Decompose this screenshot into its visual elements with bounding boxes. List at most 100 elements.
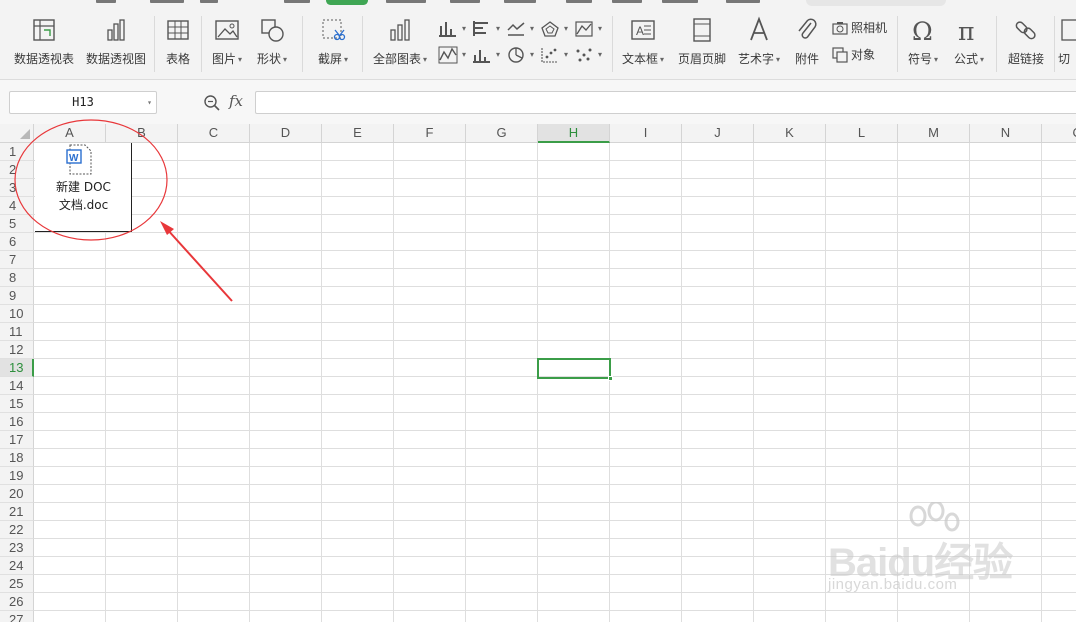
row-header-2[interactable]: 2 <box>0 161 34 179</box>
scatter-chart-button[interactable]: ▾ <box>540 44 578 66</box>
pivot-table-icon <box>33 19 55 41</box>
active-cell-selection[interactable] <box>537 358 613 381</box>
table-button[interactable]: 表格 <box>160 16 196 72</box>
pivot-table-button[interactable]: 数据透视表 <box>10 16 78 72</box>
object-button[interactable]: 对象 <box>832 46 875 66</box>
column-header-c[interactable]: C <box>178 124 250 143</box>
row-header-12[interactable]: 12 <box>0 341 34 359</box>
column-header-n[interactable]: N <box>970 124 1042 143</box>
picture-button[interactable]: 图片 ▾ <box>206 16 248 72</box>
sparkline-button[interactable]: ▾ <box>574 44 612 66</box>
row-header-27[interactable]: 27 <box>0 611 34 622</box>
row-header-14[interactable]: 14 <box>0 377 34 395</box>
column-header-l[interactable]: L <box>826 124 898 143</box>
column-header-b[interactable]: B <box>106 124 178 143</box>
row-header-1[interactable]: 1 <box>0 143 34 161</box>
formula-bar: H13 ▾ fx <box>0 80 1076 124</box>
row-header-23[interactable]: 23 <box>0 539 34 557</box>
chevron-down-icon: ▾ <box>934 55 939 64</box>
pivot-chart-button[interactable]: 数据透视图 <box>82 16 150 72</box>
row-header-26[interactable]: 26 <box>0 593 34 611</box>
object-icon <box>832 47 848 63</box>
row-header-11[interactable]: 11 <box>0 323 34 341</box>
column-chart-button[interactable]: ▾ <box>438 18 476 40</box>
column-header-m[interactable]: M <box>898 124 970 143</box>
column-header-h[interactable]: H <box>538 124 610 143</box>
shape-button[interactable]: 形状 ▾ <box>252 16 292 72</box>
combo-chart-button[interactable]: ▾ <box>472 44 510 66</box>
fx-button[interactable]: fx <box>229 92 243 110</box>
row-header-5[interactable]: 5 <box>0 215 34 233</box>
row-header-17[interactable]: 17 <box>0 431 34 449</box>
row-header-15[interactable]: 15 <box>0 395 34 413</box>
insert-tab-active[interactable] <box>326 0 368 5</box>
column-header-k[interactable]: K <box>754 124 826 143</box>
formula-input[interactable] <box>255 91 1076 114</box>
ribbon-separator <box>154 16 155 72</box>
area-chart-button[interactable]: ▾ <box>574 18 612 40</box>
column-header-e[interactable]: E <box>322 124 394 143</box>
row-header-24[interactable]: 24 <box>0 557 34 575</box>
area-chart-icon <box>575 21 593 37</box>
select-all-corner[interactable] <box>0 124 34 143</box>
row-header-21[interactable]: 21 <box>0 503 34 521</box>
column-header-a[interactable]: A <box>34 124 106 143</box>
row-header-16[interactable]: 16 <box>0 413 34 431</box>
row-header-13[interactable]: 13 <box>0 359 34 377</box>
row-header-8[interactable]: 8 <box>0 269 34 287</box>
line-chart-button[interactable]: ▾ <box>506 18 544 40</box>
zoom-icon[interactable] <box>203 94 221 112</box>
row-header-7[interactable]: 7 <box>0 251 34 269</box>
column-header-g[interactable]: G <box>466 124 538 143</box>
column-header-j[interactable]: J <box>682 124 754 143</box>
word-document-icon: W <box>66 144 92 175</box>
symbol-button[interactable]: Ω 符号 ▾ <box>902 16 944 72</box>
ribbon-separator <box>612 16 613 72</box>
slicer-button[interactable]: 切 <box>1058 16 1076 72</box>
row-header-9[interactable]: 9 <box>0 287 34 305</box>
formula-button[interactable]: π 公式 ▾ <box>948 16 990 72</box>
baidu-watermark: Baidu经验 jingyan.baidu.com <box>828 502 1028 602</box>
textbox-icon: A <box>631 20 655 40</box>
camera-button[interactable]: 照相机 <box>832 19 887 39</box>
hyperlink-button[interactable]: 超链接 <box>1004 16 1048 72</box>
row-header-19[interactable]: 19 <box>0 467 34 485</box>
row-header-3[interactable]: 3 <box>0 179 34 197</box>
pie-chart-button[interactable]: ▾ <box>506 44 544 66</box>
chevron-down-icon[interactable]: ▾ <box>147 92 152 113</box>
ribbon-separator <box>996 16 997 72</box>
ribbon-separator <box>362 16 363 72</box>
line-chart-icon <box>507 22 525 36</box>
doc-name-line1: 新建 DOC <box>56 180 111 194</box>
chevron-down-icon: ▾ <box>660 55 665 64</box>
chevron-down-icon: ▾ <box>283 55 288 64</box>
pie-chart-icon <box>508 47 524 63</box>
radar-chart-button[interactable]: ▾ <box>540 18 578 40</box>
fill-handle[interactable] <box>608 376 613 381</box>
row-header-6[interactable]: 6 <box>0 233 34 251</box>
column-header-f[interactable]: F <box>394 124 466 143</box>
row-header-4[interactable]: 4 <box>0 197 34 215</box>
wordart-button[interactable]: 艺术字 ▾ <box>734 16 784 72</box>
textbox-button[interactable]: A 文本框 ▾ <box>616 16 670 72</box>
header-footer-button[interactable]: 页眉页脚 <box>674 16 730 72</box>
row-header-25[interactable]: 25 <box>0 575 34 593</box>
table-icon <box>167 20 189 40</box>
svg-text:π: π <box>958 17 974 44</box>
row-header-20[interactable]: 20 <box>0 485 34 503</box>
column-header-d[interactable]: D <box>250 124 322 143</box>
stock-chart-button[interactable]: ▾ <box>438 44 476 66</box>
row-header-18[interactable]: 18 <box>0 449 34 467</box>
name-box[interactable]: H13 ▾ <box>9 91 157 114</box>
attachment-button[interactable]: 附件 <box>788 16 826 72</box>
column-header-o[interactable]: O <box>1042 124 1076 143</box>
chevron-down-icon: ▾ <box>564 50 569 59</box>
row-header-10[interactable]: 10 <box>0 305 34 323</box>
bar-chart-button[interactable]: ▾ <box>472 18 510 40</box>
column-header-i[interactable]: I <box>610 124 682 143</box>
combo-chart-icon <box>473 50 490 63</box>
screenshot-button[interactable]: 截屏 ▾ <box>312 16 354 72</box>
embedded-doc-object[interactable]: W 新建 DOC 文档.doc <box>35 143 132 232</box>
all-charts-button[interactable]: 全部图表 ▾ <box>368 16 432 72</box>
row-header-22[interactable]: 22 <box>0 521 34 539</box>
